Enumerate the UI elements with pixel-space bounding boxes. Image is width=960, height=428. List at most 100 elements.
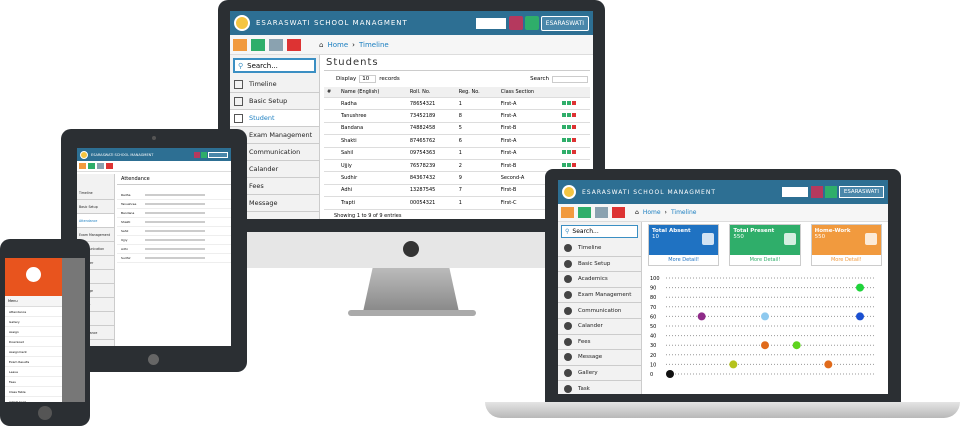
laptop-sidebar-item[interactable]: Basic Setup <box>558 256 641 273</box>
tablet-table-row[interactable]: Sudhir <box>117 254 231 263</box>
column-header[interactable]: Reg. No. <box>455 87 498 98</box>
view-icon[interactable] <box>561 113 566 118</box>
tablet-sidebar-item[interactable]: Attendance <box>77 214 114 228</box>
view-icon[interactable] <box>561 150 566 155</box>
phone-menu-item[interactable]: Class Table <box>5 387 62 397</box>
delete-icon[interactable] <box>571 125 576 130</box>
tablet-power-icon[interactable] <box>106 163 113 169</box>
laptop-sitemap-icon[interactable] <box>561 207 574 218</box>
laptop-sidebar-item[interactable]: Calander <box>558 318 641 335</box>
mail-icon[interactable] <box>524 16 539 30</box>
tablet-table-row[interactable]: Tanushree <box>117 200 231 209</box>
table-row[interactable]: Tanushree 73452189 8 First-A <box>324 109 590 123</box>
table-row[interactable]: Sahil 09754363 1 First-A <box>324 147 590 160</box>
view-icon[interactable] <box>561 125 566 130</box>
laptop-power-icon[interactable] <box>612 207 625 218</box>
data-point[interactable] <box>729 360 738 369</box>
tablet-user-menu[interactable] <box>208 151 228 158</box>
phone-menu-item[interactable]: Admit Card <box>5 397 62 402</box>
tablet-bell-icon[interactable] <box>194 151 200 158</box>
data-point[interactable] <box>792 341 801 350</box>
edit-icon[interactable] <box>566 150 571 155</box>
table-row[interactable]: Shakti 87465762 6 First-A <box>324 134 590 148</box>
phone-menu-item[interactable]: Gallery <box>5 317 62 327</box>
view-icon[interactable] <box>561 162 566 167</box>
display-select[interactable]: 10 <box>359 75 377 83</box>
data-point[interactable] <box>856 283 864 292</box>
tablet-table-row[interactable]: Sahil <box>117 227 231 236</box>
laptop-sidebar-item[interactable]: Gallery <box>558 365 641 382</box>
laptop-bell-icon[interactable] <box>810 186 823 198</box>
phone-menu-item[interactable]: Download <box>5 337 62 347</box>
sidebar-item[interactable]: Timeline <box>230 76 319 93</box>
bell-icon[interactable] <box>508 16 523 30</box>
phone-menu-item[interactable]: Exam Results <box>5 357 62 367</box>
sidebar-item[interactable]: Basic Setup <box>230 93 319 110</box>
column-header[interactable]: Name (English) <box>338 87 407 98</box>
stat-card[interactable]: Total Absent 10 More Detail! <box>648 224 720 266</box>
edit-icon[interactable] <box>566 100 571 105</box>
breadcrumb-current[interactable]: Timeline <box>359 41 389 49</box>
laptop-search-box[interactable]: ⚲ Search... <box>561 225 638 238</box>
edit-icon[interactable] <box>566 162 571 167</box>
data-point[interactable] <box>824 360 833 369</box>
laptop-gear-icon[interactable] <box>595 207 608 218</box>
delete-icon[interactable] <box>571 113 576 118</box>
data-point[interactable] <box>697 312 706 321</box>
tablet-table-row[interactable]: Bandana <box>117 209 231 218</box>
laptop-user-menu[interactable]: ESARASWATI <box>838 186 884 198</box>
sitemap-icon[interactable] <box>233 38 247 51</box>
sidebar-item[interactable]: Student <box>230 110 319 127</box>
tablet-gear-icon[interactable] <box>97 163 104 169</box>
table-row[interactable]: Bandana 74882458 5 First-B <box>324 122 590 136</box>
column-header[interactable]: Roll. No. <box>406 87 456 98</box>
data-point[interactable] <box>761 312 769 321</box>
view-icon[interactable] <box>561 137 566 142</box>
phone-menu-item[interactable]: Leave <box>5 367 62 377</box>
tablet-mail-icon[interactable] <box>201 151 207 158</box>
delete-icon[interactable] <box>571 162 576 167</box>
tablet-table-row[interactable]: Ujjiy <box>117 236 231 245</box>
edit-icon[interactable] <box>566 113 571 118</box>
tablet-table-row[interactable]: Adhi <box>117 245 231 254</box>
search-box[interactable]: ⚲ Search... <box>233 58 316 73</box>
laptop-breadcrumb-home[interactable]: Home <box>643 209 661 216</box>
column-header[interactable]: Class Section <box>497 87 559 98</box>
laptop-sidebar-item[interactable]: Academics <box>558 272 641 288</box>
table-search-input[interactable] <box>552 75 588 83</box>
gear-icon[interactable] <box>269 38 283 51</box>
data-point[interactable] <box>761 341 769 350</box>
header-select[interactable] <box>475 17 506 29</box>
laptop-user-icon[interactable] <box>578 207 591 218</box>
delete-icon[interactable] <box>571 137 576 142</box>
data-point[interactable] <box>856 312 864 321</box>
phone-menu-item[interactable]: Attendance <box>5 307 62 317</box>
tablet-user-icon[interactable] <box>88 163 95 169</box>
tablet-table-row[interactable]: Shakti <box>117 218 231 227</box>
delete-icon[interactable] <box>571 150 576 155</box>
phone-menu-item[interactable]: Fees <box>5 377 62 387</box>
view-icon[interactable] <box>561 100 566 105</box>
power-icon[interactable] <box>287 38 301 51</box>
more-detail-link[interactable]: More Detail! <box>649 255 718 263</box>
tablet-sidebar-item[interactable]: Basic Setup <box>77 200 114 214</box>
stat-card[interactable]: Home-Work 550 More Detail! <box>810 224 882 266</box>
laptop-sidebar-item[interactable]: Message <box>558 350 641 366</box>
laptop-mail-icon[interactable] <box>824 186 837 198</box>
data-point[interactable] <box>666 370 674 378</box>
laptop-sidebar-item[interactable]: Communication <box>558 303 641 319</box>
stat-card[interactable]: Total Present 550 More Detail! <box>729 224 801 266</box>
table-row[interactable]: Radha 78654321 1 First-A <box>324 97 590 111</box>
column-header[interactable]: # <box>324 87 338 98</box>
tablet-sitemap-icon[interactable] <box>79 163 86 169</box>
user-menu[interactable]: ESARASWATI <box>540 15 589 31</box>
edit-icon[interactable] <box>566 137 571 142</box>
tablet-table-row[interactable]: Radha <box>117 191 231 200</box>
laptop-breadcrumb-current[interactable]: Timeline <box>671 209 697 216</box>
user-icon[interactable] <box>251 38 265 51</box>
laptop-sidebar-item[interactable]: Task <box>558 381 641 394</box>
laptop-sidebar-item[interactable]: Fees <box>558 334 641 351</box>
laptop-sidebar-item[interactable]: Exam Management <box>558 287 641 304</box>
laptop-select[interactable] <box>781 187 808 197</box>
breadcrumb-home[interactable]: Home <box>327 41 348 49</box>
